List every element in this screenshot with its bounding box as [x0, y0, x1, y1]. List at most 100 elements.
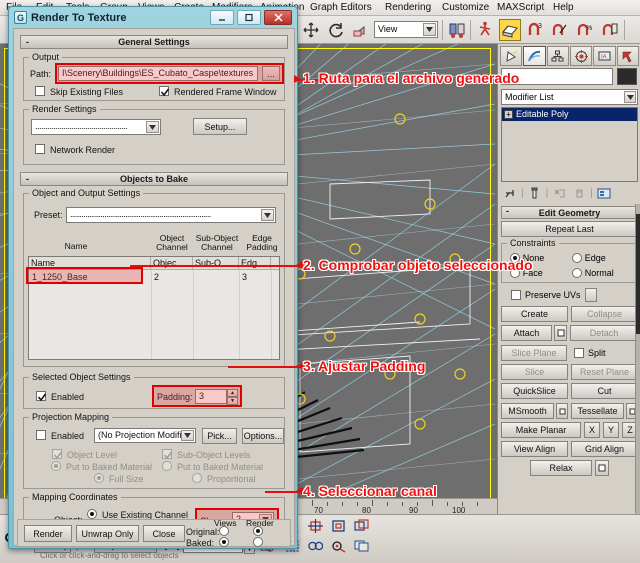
- make-planar-x-button[interactable]: X: [584, 422, 600, 438]
- view-align-button[interactable]: View Align: [501, 441, 568, 457]
- menu-item-help[interactable]: Help: [553, 2, 574, 13]
- display-tab[interactable]: IA: [593, 46, 615, 66]
- full-size-radio[interactable]: [94, 473, 104, 483]
- motion-tab[interactable]: [570, 46, 592, 66]
- make-unique-icon[interactable]: [550, 185, 568, 201]
- percent-snap-icon[interactable]: [549, 19, 571, 41]
- render-preset-combo[interactable]: ........................................…: [31, 119, 161, 135]
- sub-object-levels-checkbox[interactable]: [162, 449, 172, 459]
- maximize-viewport-icon[interactable]: [352, 538, 370, 554]
- network-render-checkbox[interactable]: [35, 144, 45, 154]
- skip-existing-files-checkbox[interactable]: [35, 86, 45, 96]
- slice-plane-button[interactable]: Slice Plane: [501, 345, 567, 361]
- proportional-radio[interactable]: [192, 473, 202, 483]
- split-row[interactable]: Split: [570, 348, 638, 358]
- chevron-down-icon[interactable]: [624, 91, 636, 103]
- modify-tab[interactable]: [523, 46, 545, 66]
- cut-button[interactable]: Cut: [571, 383, 638, 399]
- zoom-region-icon[interactable]: [352, 518, 370, 534]
- orbit-icon[interactable]: [329, 538, 347, 554]
- preserve-uvs-settings-icon[interactable]: [585, 288, 597, 302]
- remove-modifier-icon[interactable]: [570, 185, 588, 201]
- menu-item-maxscript[interactable]: MAXScript: [497, 2, 544, 13]
- baked-render-radio[interactable]: [253, 537, 263, 547]
- angle-snap-icon[interactable]: 3: [524, 19, 546, 41]
- chevron-down-icon[interactable]: [181, 430, 194, 441]
- create-tab[interactable]: [500, 46, 522, 66]
- reference-coordinate-system-combo[interactable]: View: [374, 21, 438, 38]
- modifier-stack-list[interactable]: + Editable Poly: [501, 107, 638, 182]
- relax-button[interactable]: Relax: [530, 460, 592, 476]
- object-color-swatch[interactable]: [617, 68, 637, 85]
- constraint-edge[interactable]: Edge: [572, 253, 606, 264]
- bake-preset-combo[interactable]: ........................................…: [66, 207, 276, 223]
- configure-modifier-sets-icon[interactable]: [595, 185, 613, 201]
- zoom-extents-icon[interactable]: [329, 518, 347, 534]
- pin-stack-icon[interactable]: [501, 185, 519, 201]
- attach-button[interactable]: Attach: [501, 325, 552, 341]
- preserve-uvs-row[interactable]: Preserve UVs: [501, 288, 638, 302]
- put-to-baked-right-radio[interactable]: [162, 461, 172, 471]
- chevron-down-icon[interactable]: [146, 121, 159, 133]
- pick-button[interactable]: Pick...: [202, 428, 237, 444]
- radio-icon[interactable]: [572, 268, 582, 278]
- chevron-down-icon[interactable]: [261, 209, 274, 221]
- quickslice-button[interactable]: QuickSlice: [501, 383, 568, 399]
- create-button[interactable]: Create: [501, 306, 568, 322]
- relax-settings-icon[interactable]: [595, 460, 609, 476]
- unwrap-only-button[interactable]: Unwrap Only: [76, 525, 139, 542]
- constraint-normal[interactable]: Normal: [572, 268, 614, 279]
- minimize-button[interactable]: [210, 10, 234, 25]
- list-header-object[interactable]: Objec...: [151, 257, 193, 269]
- make-planar-y-button[interactable]: Y: [603, 422, 619, 438]
- use-existing-channel-radio[interactable]: [87, 509, 97, 519]
- use-center-icon[interactable]: [446, 19, 468, 41]
- select-and-scale-icon[interactable]: [350, 19, 372, 41]
- object-level-checkbox[interactable]: [52, 449, 62, 459]
- checkbox-icon[interactable]: [511, 290, 521, 300]
- radio-icon[interactable]: [572, 253, 582, 263]
- selected-object-enabled-checkbox[interactable]: [36, 391, 46, 401]
- msmooth-settings-icon[interactable]: [556, 403, 568, 419]
- list-header-subobject[interactable]: Sub-O...: [193, 257, 239, 269]
- rendered-frame-window-checkbox[interactable]: [159, 86, 169, 96]
- msmooth-button[interactable]: MSmooth: [501, 403, 554, 419]
- named-selection-icon[interactable]: [599, 19, 621, 41]
- close-button[interactable]: [264, 10, 292, 25]
- menu-item-customize[interactable]: Customize: [442, 2, 489, 13]
- hierarchy-tab[interactable]: [547, 46, 569, 66]
- baked-views-radio[interactable]: [219, 537, 229, 547]
- expand-plus-icon[interactable]: +: [504, 110, 513, 119]
- grid-align-button[interactable]: Grid Align: [571, 441, 638, 457]
- select-and-manipulate-icon[interactable]: [474, 19, 496, 41]
- modifier-stack-item-editable-poly[interactable]: + Editable Poly: [502, 108, 637, 121]
- objects-to-bake-rollout-header[interactable]: - Objects to Bake: [20, 172, 288, 186]
- slice-button[interactable]: Slice: [501, 364, 568, 380]
- original-render-radio[interactable]: [253, 526, 263, 536]
- maximize-button[interactable]: [237, 10, 261, 25]
- menu-item-rendering[interactable]: Rendering: [385, 2, 431, 13]
- select-and-rotate-icon[interactable]: [325, 19, 347, 41]
- reset-plane-button[interactable]: Reset Plane: [571, 364, 638, 380]
- options-button[interactable]: Options...: [242, 428, 284, 444]
- menu-item-graph-editors[interactable]: Graph Editors: [310, 2, 372, 13]
- render-button[interactable]: Render: [24, 525, 72, 542]
- detach-button[interactable]: Detach: [570, 325, 638, 341]
- show-end-result-icon[interactable]: [526, 185, 544, 201]
- select-and-move-icon[interactable]: [300, 19, 322, 41]
- make-planar-button[interactable]: Make Planar: [501, 422, 581, 438]
- zoom-all-icon[interactable]: [306, 518, 324, 534]
- spinner-snap-icon[interactable]: %: [574, 19, 596, 41]
- attach-settings-icon[interactable]: [554, 325, 567, 341]
- close-button-footer[interactable]: Close: [143, 525, 185, 542]
- projection-enabled-checkbox[interactable]: [36, 430, 46, 440]
- utilities-tab[interactable]: [617, 46, 639, 66]
- tessellate-button[interactable]: Tessellate: [571, 403, 624, 419]
- general-settings-rollout-header[interactable]: - General Settings: [20, 35, 288, 49]
- projection-modifier-combo[interactable]: (No Projection Modifier): [94, 428, 196, 443]
- collapse-button[interactable]: Collapse: [571, 306, 638, 322]
- arc-rotate-icon[interactable]: [306, 538, 324, 554]
- put-to-baked-left-radio[interactable]: [51, 461, 61, 471]
- render-to-texture-dialog[interactable]: G Render To Texture - General Settings O…: [8, 6, 298, 549]
- setup-button[interactable]: Setup...: [193, 118, 247, 135]
